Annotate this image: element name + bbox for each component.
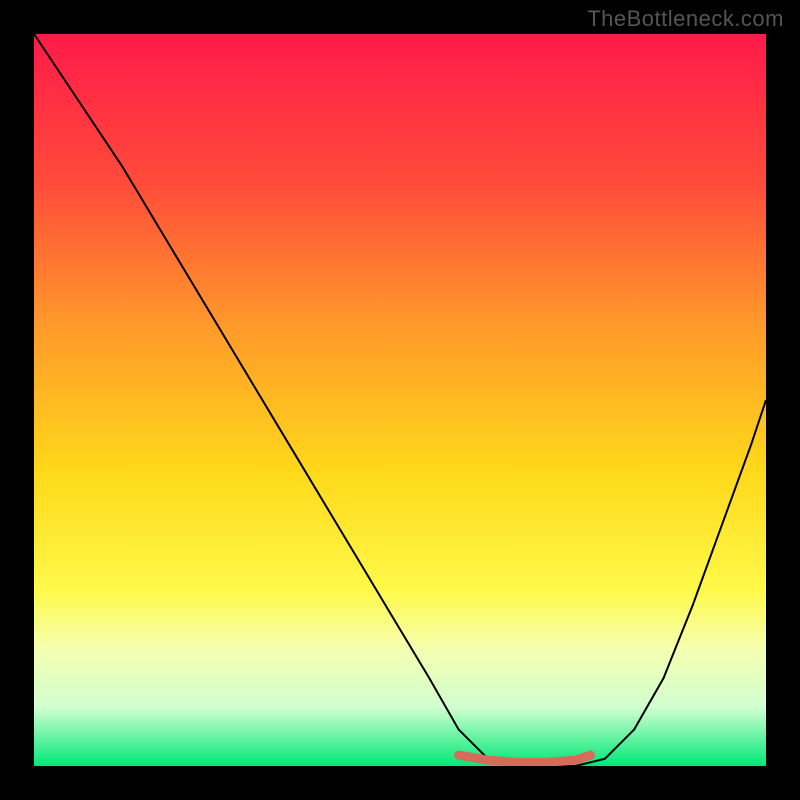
bottleneck-chart <box>34 34 766 766</box>
gradient-background <box>34 34 766 766</box>
chart-frame <box>34 34 766 766</box>
watermark-text: TheBottleneck.com <box>587 6 784 32</box>
